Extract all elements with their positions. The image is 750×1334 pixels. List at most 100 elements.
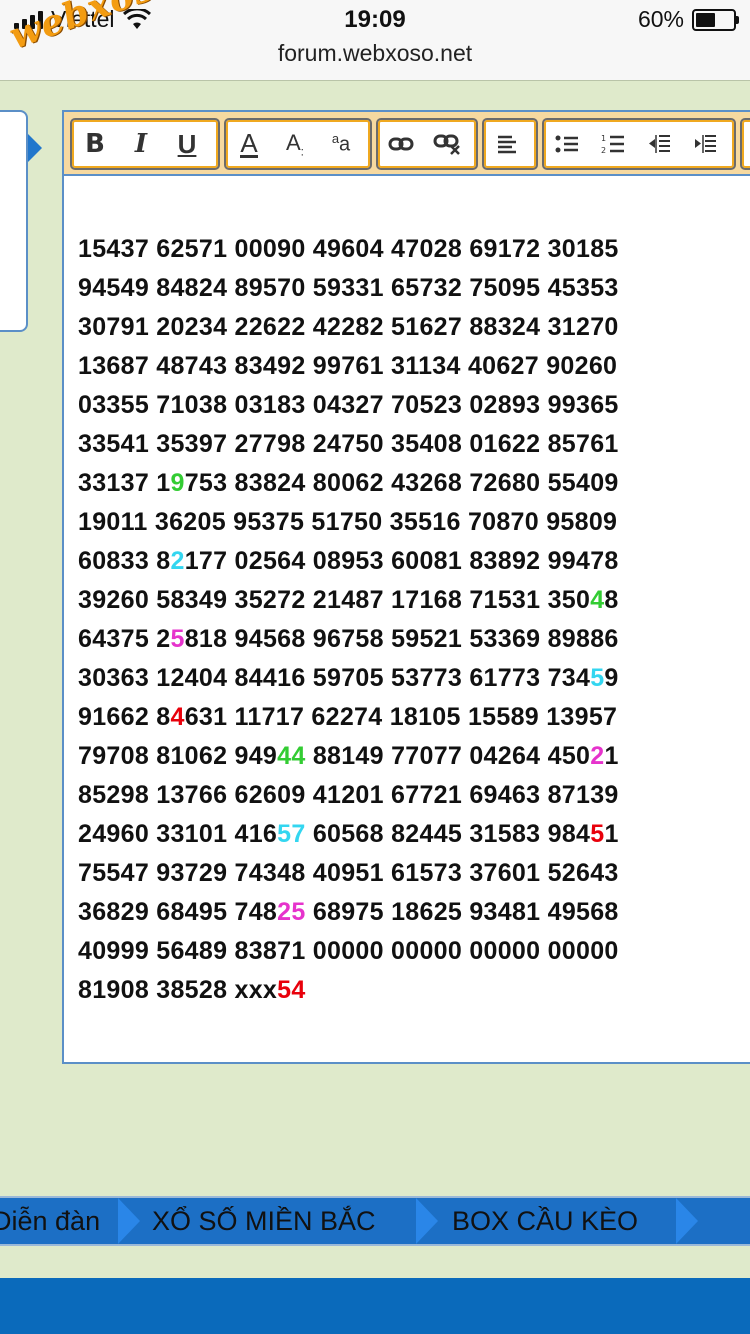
number-text: 30791 20234 22622 42282 51627 88324 3127… [78,313,619,341]
editor-content[interactable]: 15437 62571 00090 49604 47028 69172 3018… [78,230,619,1010]
number-text: 177 02564 08953 60081 83892 99478 [184,547,619,575]
number-text: 39260 58349 35272 21487 17168 71531 350 [78,586,591,614]
number-text: 8 [604,586,619,614]
number-text: 30363 12404 84416 59705 53773 61773 734 [78,664,591,692]
highlighted-digits: 4 [170,703,185,731]
editor-toolbar: B I U A A: aa 12 [64,112,750,176]
underline-button[interactable]: U [164,122,210,166]
italic-icon: I [134,129,148,159]
indent-button[interactable] [682,122,728,166]
number-text: 33137 1 [78,469,171,497]
expand-arrow-icon[interactable] [28,134,42,162]
more-group [740,118,750,170]
number-line: 33137 19753 83824 80062 43268 72680 5540… [78,464,619,503]
number-text: 15437 62571 00090 49604 47028 69172 3018… [78,235,619,263]
side-panel[interactable] [0,110,28,332]
highlighted-digits: 2 [170,547,185,575]
unlink-icon [433,134,460,155]
number-text: 60833 8 [78,547,171,575]
number-line: 91662 84631 11717 62274 18105 15589 1395… [78,698,619,737]
number-text: 631 11717 62274 18105 15589 13957 [184,703,618,731]
footer-bar [0,1278,750,1334]
font-size-icon: A: [285,129,305,159]
indent-icon [695,135,716,153]
number-text: 94549 84824 89570 59331 65732 75095 4535… [78,274,619,302]
battery-indicator: 60% [637,6,739,33]
rich-text-editor[interactable]: B I U A A: aa 12 15437 62571 00090 49604… [62,110,750,1064]
numbered-list-button[interactable]: 12 [590,122,636,166]
font-group: A A: aa [224,118,372,170]
align-left-icon [498,135,516,154]
list-group: 12 [542,118,736,170]
number-text: 36829 68495 748 [78,898,278,926]
status-bar: Viettel 19:09 forum.webxoso.net 60% webx… [0,0,750,81]
bullet-list-button[interactable] [544,122,590,166]
number-line: 13687 48743 83492 99761 31134 40627 9026… [78,347,619,386]
format-group: B I U [70,118,220,170]
number-text: 24960 33101 416 [78,820,278,848]
highlighted-digits: 5 [170,625,185,653]
link-group [376,118,478,170]
nav-item-box-cau-keo[interactable]: BOX CẦU KÈO [452,1198,639,1244]
number-text: 03355 71038 03183 04327 70523 02893 9936… [78,391,619,419]
number-text: 753 83824 80062 43268 72680 55409 [184,469,619,497]
number-text: 1 [604,820,619,848]
outdent-icon [649,135,670,153]
number-line: 81908 38528 xxx54 [78,971,619,1010]
highlighted-digits: 25 [277,898,306,926]
number-line: 30791 20234 22622 42282 51627 88324 3127… [78,308,619,347]
number-text: 64375 2 [78,625,171,653]
highlighted-digits: 5 [590,664,605,692]
number-text: 40999 56489 83871 00000 00000 00000 0000… [78,937,619,965]
font-family-button[interactable]: aa [318,122,364,166]
number-text: 19011 36205 95375 51750 35516 70870 9580… [78,508,618,536]
number-text: 818 94568 96758 59521 53369 89886 [184,625,619,653]
number-line: 40999 56489 83871 00000 00000 00000 0000… [78,932,619,971]
svg-text:1: 1 [601,134,606,143]
bold-button[interactable]: B [72,122,118,166]
number-text: 13687 48743 83492 99761 31134 40627 9026… [78,352,618,380]
number-text: 85298 13766 62609 41201 67721 69463 8713… [78,781,619,809]
highlighted-digits: 57 [277,820,306,848]
number-text: 1 [604,742,619,770]
italic-button[interactable]: I [118,122,164,166]
link-icon [388,137,414,151]
number-text: 68975 18625 93481 49568 [305,898,619,926]
number-text: 9 [604,664,619,692]
number-line: 64375 25818 94568 96758 59521 53369 8988… [78,620,619,659]
number-line: 24960 33101 41657 60568 82445 31583 9845… [78,815,619,854]
breadcrumb-chevron-icon [416,1198,438,1244]
outdent-button[interactable] [636,122,682,166]
nav-item-xo-so-mien-bac[interactable]: XỔ SỐ MIỀN BẮC [152,1198,376,1244]
number-line: 30363 12404 84416 59705 53773 61773 7345… [78,659,619,698]
number-line: 94549 84824 89570 59331 65732 75095 4535… [78,269,619,308]
align-button[interactable] [484,122,530,166]
text-color-button[interactable]: A [226,122,272,166]
number-text: 91662 8 [78,703,171,731]
number-line: 79708 81062 94944 88149 77077 04264 4502… [78,737,619,776]
font-size-button[interactable]: A: [272,122,318,166]
number-line: 60833 82177 02564 08953 60081 83892 9947… [78,542,619,581]
highlighted-digits: 5 [590,820,605,848]
number-line: 19011 36205 95375 51750 35516 70870 9580… [78,503,619,542]
number-line: 75547 93729 74348 40951 61573 37601 5264… [78,854,619,893]
number-text: 79708 81062 949 [78,742,278,770]
number-line: 33541 35397 27798 24750 35408 01622 8576… [78,425,619,464]
breadcrumb-nav: Diễn đàn XỔ SỐ MIỀN BẮC BOX CẦU KÈO [0,1196,750,1246]
battery-icon [692,8,739,31]
font-family-icon: aa [331,131,351,156]
unlink-button[interactable] [424,122,470,166]
text-color-icon: A [240,127,258,158]
number-text: 60568 82445 31583 984 [305,820,591,848]
breadcrumb-chevron-icon [676,1198,698,1244]
nav-item-dien-dan[interactable]: Diễn đàn [0,1198,101,1244]
breadcrumb-chevron-icon [118,1198,140,1244]
bullet-list-icon [555,135,578,153]
highlighted-digits: 44 [277,742,306,770]
svg-text:2: 2 [601,146,606,155]
highlighted-digits: 54 [277,976,306,1004]
highlighted-digits: 4 [590,586,605,614]
battery-percent: 60% [637,6,684,32]
link-button[interactable] [378,122,424,166]
address-bar[interactable]: forum.webxoso.net [0,40,750,67]
